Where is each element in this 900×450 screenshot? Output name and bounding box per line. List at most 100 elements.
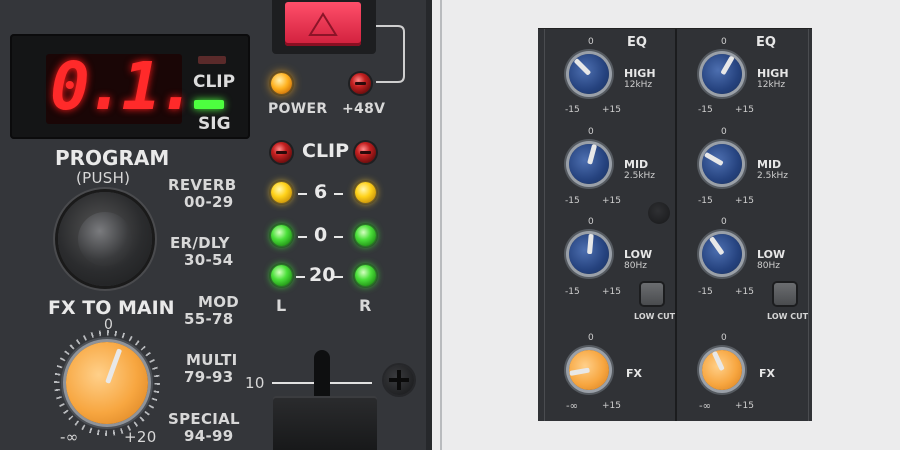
meter-left-label: L bbox=[276, 296, 287, 315]
bracket-line bbox=[376, 25, 405, 83]
ch1-high-min: -15 bbox=[565, 105, 580, 115]
ch2-low-cut-label: LOW CUT bbox=[767, 312, 809, 321]
phantom-label: +48V bbox=[342, 101, 386, 117]
fader-mark-10: 10 bbox=[245, 374, 265, 392]
preset-reverb-range: 00-29 bbox=[184, 193, 234, 211]
ch1-high-max: +15 bbox=[602, 105, 621, 115]
ch2-high-max: +15 bbox=[735, 105, 754, 115]
ch1-fx-knob[interactable] bbox=[568, 350, 609, 390]
meter-6-dash-left bbox=[298, 193, 307, 195]
meter-20-dash-left bbox=[296, 276, 305, 278]
program-knob[interactable] bbox=[58, 192, 152, 286]
power-led bbox=[271, 73, 292, 94]
meter-clip-led-left bbox=[271, 142, 292, 163]
meter-6-label: 6 bbox=[314, 181, 328, 203]
ch1-low-zero: 0 bbox=[588, 217, 594, 227]
program-label: PROGRAM bbox=[55, 146, 170, 170]
ch2-fx-min: -∞ bbox=[699, 401, 711, 412]
meter-20-led-right bbox=[355, 265, 376, 286]
ch2-mid-max: +15 bbox=[735, 196, 754, 206]
ch1-mid-freq: 2.5kHz bbox=[624, 171, 656, 181]
meter-clip-led-right bbox=[355, 142, 376, 163]
ch2-eq-label: EQ bbox=[756, 35, 776, 50]
meter-clip-label: CLIP bbox=[302, 140, 350, 162]
ch2-low-max: +15 bbox=[735, 287, 754, 297]
meter-20-led-left bbox=[271, 265, 292, 286]
ch1-low-min: -15 bbox=[565, 287, 580, 297]
clip-led bbox=[198, 56, 226, 64]
sig-indicator-label: SIG bbox=[198, 114, 231, 134]
fx-to-main-pointer bbox=[104, 348, 122, 384]
ch1-high-pointer bbox=[573, 58, 591, 76]
fx-to-main-knob[interactable] bbox=[66, 342, 148, 424]
meter-0-label: 0 bbox=[314, 224, 328, 246]
ch1-low-cut-label: LOW CUT bbox=[634, 312, 676, 321]
preset-special-range: 94-99 bbox=[184, 427, 234, 445]
ch2-mid-min: -15 bbox=[698, 196, 713, 206]
ch1-high-freq: 12kHz bbox=[624, 80, 653, 90]
meter-20-label: 20 bbox=[309, 264, 336, 286]
ch1-low-max: +15 bbox=[602, 287, 621, 297]
meter-0-dash-right bbox=[334, 236, 343, 238]
ch2-fx-max: +15 bbox=[735, 401, 754, 411]
ch1-low-knob[interactable] bbox=[569, 233, 609, 274]
meter-6-dash-right bbox=[334, 193, 343, 195]
ch1-high-knob[interactable] bbox=[569, 54, 609, 94]
preset-special-name: SPECIAL bbox=[168, 410, 240, 428]
meter-0-led-right bbox=[355, 225, 376, 246]
ch1-mid-max: +15 bbox=[602, 196, 621, 206]
meter-6-led-left bbox=[271, 182, 292, 203]
ch2-low-cut-button[interactable] bbox=[774, 283, 796, 305]
preset-reverb-name: REVERB bbox=[168, 176, 237, 194]
ch2-mid-zero: 0 bbox=[721, 127, 727, 137]
ch1-mid-pointer bbox=[586, 144, 597, 165]
fader-cap[interactable] bbox=[273, 398, 377, 450]
meter-right-label: R bbox=[359, 296, 372, 315]
preset-mod-name: MOD bbox=[198, 293, 240, 311]
meter-0-led-left bbox=[271, 225, 292, 246]
ch1-fx-max: +15 bbox=[602, 401, 621, 411]
display-value: 0.1. bbox=[50, 48, 197, 125]
ch1-mid-knob[interactable] bbox=[569, 144, 609, 184]
ch1-low-cut-button[interactable] bbox=[641, 283, 663, 305]
display-box: 0.1. CLIP SIG bbox=[10, 34, 250, 139]
ch2-high-min: -15 bbox=[698, 105, 713, 115]
ch2-low-pointer bbox=[708, 236, 725, 256]
program-push-label: (PUSH) bbox=[76, 169, 131, 187]
ch1-fx-zero: 0 bbox=[588, 333, 594, 343]
power-label: POWER bbox=[268, 101, 328, 117]
ch1-high-label: HIGH bbox=[624, 67, 656, 80]
phantom-power-button[interactable] bbox=[285, 2, 361, 46]
ch2-low-knob[interactable] bbox=[702, 234, 742, 274]
eq-panel: EQ 0 HIGH 12kHz -15 +15 0 MID 2.5kHz -15… bbox=[538, 28, 812, 421]
ch2-high-knob[interactable] bbox=[702, 54, 742, 94]
ch2-low-zero: 0 bbox=[721, 217, 727, 227]
channel-separator bbox=[675, 29, 677, 421]
fx-panel: 0.1. CLIP SIG POWER +48V CLIP 6 0 20 L R… bbox=[0, 0, 432, 450]
ch2-fx-zero: 0 bbox=[721, 333, 727, 343]
clip-indicator-label: CLIP bbox=[193, 72, 236, 92]
ch1-low-label: LOW bbox=[624, 248, 653, 261]
meter-0-dash-left bbox=[298, 236, 307, 238]
ch2-fx-knob[interactable] bbox=[702, 350, 742, 390]
preset-multi-name: MULTI bbox=[186, 351, 238, 369]
ch2-high-zero: 0 bbox=[721, 37, 727, 47]
ch1-mid-zero: 0 bbox=[588, 127, 594, 137]
preset-mod-range: 55-78 bbox=[184, 310, 234, 328]
ch2-low-label: LOW bbox=[757, 248, 786, 261]
ch2-low-min: -15 bbox=[698, 287, 713, 297]
program-knob-cap bbox=[78, 212, 132, 266]
meter-20-dash-right bbox=[334, 276, 343, 278]
right-rail bbox=[808, 29, 809, 421]
ch1-low-pointer bbox=[586, 233, 594, 255]
sig-led bbox=[194, 100, 224, 109]
left-rail bbox=[544, 29, 545, 421]
ch1-eq-label: EQ bbox=[627, 35, 647, 50]
ch1-high-zero: 0 bbox=[588, 37, 594, 47]
ch2-mid-knob[interactable] bbox=[702, 144, 742, 184]
ch1-fx-label: FX bbox=[626, 367, 642, 380]
fx-to-main-label: FX TO MAIN bbox=[48, 297, 175, 319]
ch1-mid-label: MID bbox=[624, 158, 649, 171]
ch1-mid-min: -15 bbox=[565, 196, 580, 206]
preset-erdly-name: ER/DLY bbox=[170, 234, 230, 252]
